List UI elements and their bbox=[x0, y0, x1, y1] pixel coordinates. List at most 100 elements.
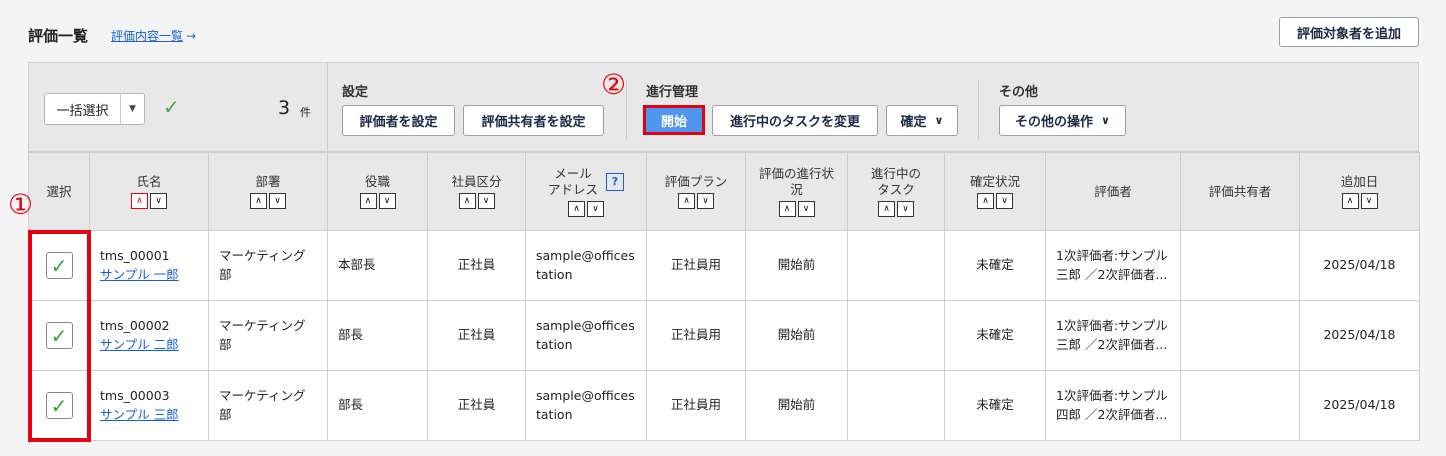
sort-controls: ∧ ∨ bbox=[131, 193, 167, 210]
sort-desc-button[interactable]: ∨ bbox=[477, 193, 495, 210]
col-sharer: 評価共有者 bbox=[1180, 152, 1300, 231]
sort-asc-button[interactable]: ∧ bbox=[977, 193, 994, 210]
other-label: その他 bbox=[999, 85, 1039, 100]
employee-id: tms_00002 bbox=[100, 317, 170, 333]
col-email-label: メール アドレス bbox=[548, 166, 598, 197]
evaluator-cell: 1次評価者:サンプル三郎 ／2次評価者... bbox=[1045, 300, 1181, 371]
page-title: 評価一覧 bbox=[28, 27, 89, 45]
col-evaluator: 評価者 bbox=[1045, 152, 1181, 231]
sort-desc-button[interactable]: ∨ bbox=[150, 193, 167, 210]
evaluation-content-list-label[interactable]: 評価内容一覧 bbox=[111, 29, 183, 43]
sort-asc-button[interactable]: ∧ bbox=[131, 193, 148, 210]
col-emp-type-label: 社員区分 bbox=[451, 173, 502, 189]
row-select-cell: ✓ bbox=[28, 370, 90, 441]
dept-cell: マーケティング部 bbox=[208, 300, 328, 371]
confirm-cell: 未確定 bbox=[944, 230, 1046, 301]
help-icon[interactable]: ? bbox=[606, 172, 624, 191]
sort-asc-button[interactable]: ∧ bbox=[1341, 193, 1359, 210]
position-cell: 部長 bbox=[327, 300, 428, 371]
divider bbox=[327, 63, 328, 151]
sort-desc-button[interactable]: ∨ bbox=[1360, 193, 1378, 210]
sort-asc-button[interactable]: ∧ bbox=[878, 201, 895, 218]
employee-id: tms_00003 bbox=[100, 387, 170, 403]
plan-cell: 正社員用 bbox=[646, 300, 746, 371]
added-date-cell: 2025/04/18 bbox=[1299, 230, 1420, 301]
name-cell: tms_00001 サンプル 一郎 bbox=[89, 230, 209, 301]
start-button[interactable]: 開始 bbox=[643, 105, 705, 135]
email-cell: sample@officestation bbox=[525, 300, 647, 371]
employee-name-link[interactable]: サンプル 一郎 bbox=[100, 266, 198, 285]
sort-desc-button[interactable]: ∨ bbox=[269, 193, 286, 210]
col-email-line1: メール bbox=[554, 165, 592, 181]
emp-type-cell: 正社員 bbox=[427, 230, 526, 301]
col-progress: 評価の進行状況 ∧ ∨ bbox=[745, 152, 848, 231]
sort-asc-button[interactable]: ∧ bbox=[359, 193, 377, 210]
sort-desc-button[interactable]: ∨ bbox=[996, 193, 1013, 210]
col-plan: 評価プラン ∧ ∨ bbox=[646, 152, 746, 231]
caret-down-icon[interactable]: ▼ bbox=[121, 94, 144, 124]
set-sharer-button[interactable]: 評価共有者を設定 bbox=[463, 105, 604, 136]
row-checkbox[interactable]: ✓ bbox=[45, 322, 73, 349]
bulk-select-label[interactable]: 一括選択 bbox=[45, 94, 121, 124]
row-checkbox[interactable]: ✓ bbox=[45, 252, 73, 279]
add-evaluation-target-button[interactable]: 評価対象者を追加 bbox=[1279, 17, 1419, 47]
confirm-dropdown[interactable]: 確定 ∨ bbox=[886, 105, 958, 136]
sharer-cell bbox=[1180, 370, 1300, 441]
sort-desc-button[interactable]: ∨ bbox=[378, 193, 396, 210]
check-icon: ✓ bbox=[163, 95, 180, 119]
evaluator-cell: 1次評価者:サンプル四郎 ／2次評価者... bbox=[1045, 370, 1181, 441]
name-cell: tms_00002 サンプル 二郎 bbox=[89, 300, 209, 371]
bulk-select-dropdown[interactable]: 一括選択 ▼ bbox=[44, 93, 145, 125]
sort-controls: ∧ ∨ bbox=[878, 201, 914, 218]
name-cell: tms_00003 サンプル 三郎 bbox=[89, 370, 209, 441]
col-progress-line1: 評価の進行状 bbox=[758, 165, 834, 181]
sort-controls: ∧ ∨ bbox=[678, 193, 714, 210]
col-email: メール アドレス ? ∧ ∨ bbox=[525, 152, 647, 231]
col-position: 役職 ∧ ∨ bbox=[327, 152, 428, 231]
employee-name-link[interactable]: サンプル 二郎 bbox=[100, 336, 198, 355]
sort-desc-button[interactable]: ∨ bbox=[797, 201, 815, 218]
col-email-line2: アドレス bbox=[547, 181, 598, 197]
employee-name-link[interactable]: サンプル 三郎 bbox=[100, 406, 198, 425]
col-dept-label: 部署 bbox=[255, 173, 281, 189]
task-cell bbox=[847, 370, 945, 441]
sort-asc-button[interactable]: ∧ bbox=[568, 201, 585, 218]
task-cell bbox=[847, 230, 945, 301]
sort-desc-button[interactable]: ∨ bbox=[697, 193, 714, 210]
sort-asc-button[interactable]: ∧ bbox=[778, 201, 796, 218]
confirm-label[interactable]: 確定 bbox=[901, 111, 927, 130]
confirm-cell: 未確定 bbox=[944, 300, 1046, 371]
added-date-cell: 2025/04/18 bbox=[1299, 370, 1420, 441]
col-added-label: 追加日 bbox=[1340, 173, 1379, 189]
set-evaluator-button[interactable]: 評価者を設定 bbox=[342, 105, 455, 136]
chevron-down-icon[interactable]: ∨ bbox=[1101, 114, 1110, 127]
sort-asc-button[interactable]: ∧ bbox=[458, 193, 476, 210]
table-row: ✓ tms_00001 サンプル 一郎 マーケティング部 本部長 正社員 samp… bbox=[28, 230, 1420, 301]
sort-desc-button[interactable]: ∨ bbox=[897, 201, 914, 218]
sort-asc-button[interactable]: ∧ bbox=[678, 193, 695, 210]
sort-controls: ∧ ∨ bbox=[778, 201, 815, 218]
email-cell: sample@officestation bbox=[525, 230, 647, 301]
col-emp-type: 社員区分 ∧ ∨ bbox=[427, 152, 526, 231]
col-select-label: 選択 bbox=[46, 183, 72, 199]
position-cell: 本部長 bbox=[327, 230, 428, 301]
progress-cell: 開始前 bbox=[745, 230, 848, 301]
row-checkbox[interactable]: ✓ bbox=[45, 392, 73, 419]
divider bbox=[978, 80, 979, 140]
table-header-row: 選択 氏名 ∧ ∨ 部署 ∧ ∨ 役職 ∧ ∨ 社員区分 ∧ ∨ メール アドレス ? ∧ ∨ 評価… bbox=[28, 152, 1420, 231]
col-progress-line2: 況 bbox=[790, 181, 803, 197]
evaluation-content-list-link[interactable]: 評価内容一覧 → bbox=[111, 27, 196, 44]
sharer-cell bbox=[1180, 300, 1300, 371]
email-cell: sample@officestation bbox=[525, 370, 647, 441]
arrow-right-icon: → bbox=[186, 29, 197, 43]
change-task-button[interactable]: 進行中のタスクを変更 bbox=[712, 105, 878, 136]
other-operations-dropdown[interactable]: その他の操作 ∨ bbox=[999, 105, 1126, 136]
divider bbox=[626, 80, 627, 140]
other-operations-label[interactable]: その他の操作 bbox=[1015, 111, 1093, 130]
sort-asc-button[interactable]: ∧ bbox=[250, 193, 267, 210]
chevron-down-icon[interactable]: ∨ bbox=[935, 114, 944, 127]
col-task: 進行中の タスク ∧ ∨ bbox=[847, 152, 945, 231]
sort-desc-button[interactable]: ∨ bbox=[587, 201, 604, 218]
table-row: ✓ tms_00002 サンプル 二郎 マーケティング部 部長 正社員 sampl… bbox=[28, 300, 1420, 371]
evaluator-cell: 1次評価者:サンプル三郎 ／2次評価者... bbox=[1045, 230, 1181, 301]
